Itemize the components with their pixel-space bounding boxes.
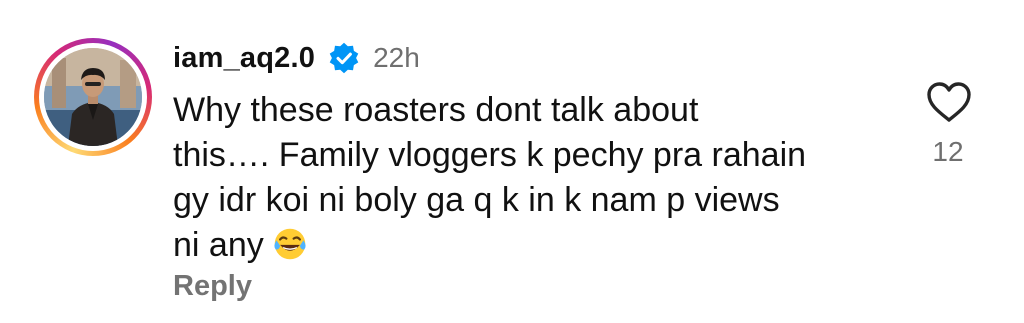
comment-header: iam_aq2.0 22h (173, 36, 420, 80)
reply-button[interactable]: Reply (173, 270, 252, 303)
avatar-photo (44, 48, 142, 146)
avatar-story-ring[interactable] (34, 38, 152, 156)
comment-text-line: gy idr koi ni boly ga q k in k nam p vie… (173, 181, 780, 219)
avatar (44, 48, 142, 146)
comment-timestamp: 22h (373, 42, 420, 73)
like-count: 12 (932, 136, 964, 167)
username-link[interactable]: iam_aq2.0 (173, 42, 315, 75)
avatar-ring-gap (39, 43, 147, 151)
comment-text-line-last: ni any (173, 223, 893, 268)
heart-outline-icon[interactable] (925, 80, 973, 124)
comment-item: iam_aq2.0 22h Why these roasters dont ta… (0, 0, 1024, 323)
comment-text-line: Why these roasters dont talk about (173, 91, 699, 129)
comment-text-line: this…. Family vloggers k pechy pra rahai… (173, 136, 807, 174)
comment-text-line: ni any (173, 226, 264, 264)
laughing-tears-emoji-icon (274, 228, 306, 260)
verified-badge-icon (329, 42, 359, 74)
comment-text: Why these roasters dont talk about this…… (173, 88, 893, 268)
